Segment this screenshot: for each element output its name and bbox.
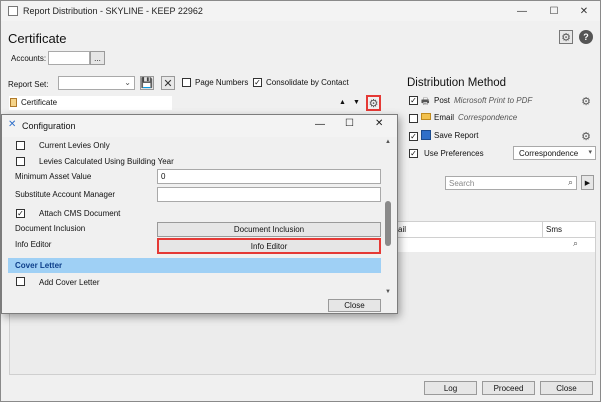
certificate-label: Certificate bbox=[21, 98, 58, 107]
minimize-button[interactable]: — bbox=[506, 1, 538, 21]
use-preferences-label: Use Preferences bbox=[424, 149, 484, 158]
page-numbers-checkbox[interactable] bbox=[182, 78, 191, 87]
search-icon: ⌕ bbox=[567, 177, 573, 187]
accounts-input[interactable] bbox=[48, 51, 90, 65]
post-detail: Microsoft Print to PDF bbox=[454, 96, 533, 105]
attach-cms-checkbox[interactable]: ✓ bbox=[16, 209, 25, 218]
attach-cms-label: Attach CMS Document bbox=[39, 209, 121, 218]
use-preferences-checkbox[interactable]: ✓ bbox=[409, 149, 418, 158]
config-close-bottom-button[interactable]: Close bbox=[328, 299, 381, 312]
page-title: Certificate bbox=[8, 31, 67, 46]
grid-col-email[interactable]: ail bbox=[398, 225, 406, 234]
grid-col-sms[interactable]: Sms bbox=[546, 225, 562, 234]
tools-icon: ✕ bbox=[8, 119, 17, 130]
preferences-select-value: Correspondence bbox=[519, 149, 579, 158]
chevron-down-icon: ▾ bbox=[588, 149, 592, 156]
post-checkbox[interactable]: ✓ bbox=[409, 96, 418, 105]
document-inclusion-button[interactable]: Document Inclusion bbox=[157, 222, 381, 237]
help-icon[interactable]: ? bbox=[579, 30, 593, 44]
app-icon bbox=[8, 6, 18, 16]
report-set-select[interactable]: ⌄ bbox=[58, 76, 135, 90]
envelope-icon bbox=[421, 113, 431, 120]
config-minimize-button[interactable]: — bbox=[315, 119, 325, 130]
sub-manager-label: Substitute Account Manager bbox=[15, 190, 116, 199]
log-button[interactable]: Log bbox=[424, 381, 477, 395]
distribution-title: Distribution Method bbox=[407, 77, 507, 89]
min-asset-input[interactable]: 0 bbox=[157, 169, 381, 184]
email-checkbox[interactable] bbox=[409, 114, 418, 123]
post-settings-gear-icon[interactable]: ⚙ bbox=[579, 94, 593, 108]
consolidate-label: Consolidate by Contact bbox=[266, 78, 349, 87]
scroll-down-icon[interactable]: ▼ bbox=[385, 289, 391, 295]
cover-letter-section-header: Cover Letter bbox=[8, 258, 381, 273]
search-input[interactable]: Search ⌕ bbox=[445, 176, 577, 190]
save-icon[interactable]: 💾 bbox=[140, 76, 154, 90]
maximize-button[interactable]: ☐ bbox=[538, 1, 570, 21]
save-report-icon bbox=[421, 130, 431, 140]
current-levies-label: Current Levies Only bbox=[39, 141, 110, 150]
report-set-label: Report Set: bbox=[8, 80, 49, 89]
config-title-bar: ✕ Configuration — ☐ ✕ bbox=[2, 115, 397, 137]
config-maximize-button[interactable]: ☐ bbox=[345, 118, 354, 129]
add-cover-letter-checkbox[interactable] bbox=[16, 277, 25, 286]
printer-icon: 🖶 bbox=[421, 96, 430, 106]
cover-letter-header-label: Cover Letter bbox=[15, 261, 63, 270]
expand-arrow-button[interactable]: ▶ bbox=[581, 175, 594, 190]
scroll-up-icon[interactable]: ▲ bbox=[385, 139, 391, 145]
min-asset-value: 0 bbox=[161, 172, 166, 181]
config-scrollbar[interactable]: ▲ ▼ bbox=[383, 139, 393, 297]
add-cover-letter-label: Add Cover Letter bbox=[39, 278, 100, 287]
save-settings-gear-icon[interactable]: ⚙ bbox=[579, 129, 593, 143]
title-bar: Report Distribution - SKYLINE - KEEP 229… bbox=[1, 1, 600, 21]
close-button[interactable]: Close bbox=[540, 381, 593, 395]
accounts-browse-button[interactable]: ... bbox=[90, 51, 105, 65]
move-down-icon[interactable]: ▼ bbox=[353, 99, 360, 106]
window-title: Report Distribution - SKYLINE - KEEP 229… bbox=[23, 6, 203, 16]
chevron-down-icon: ⌄ bbox=[124, 78, 131, 87]
sub-manager-input[interactable] bbox=[157, 187, 381, 202]
levies-calc-label: Levies Calculated Using Building Year bbox=[39, 157, 174, 166]
scroll-thumb[interactable] bbox=[385, 201, 391, 246]
config-close-button[interactable]: ✕ bbox=[375, 118, 383, 129]
proceed-button[interactable]: Proceed bbox=[482, 381, 535, 395]
grid-col-divider bbox=[542, 222, 543, 238]
certificate-row[interactable]: Certificate bbox=[9, 96, 172, 110]
search-placeholder: Search bbox=[449, 179, 475, 188]
filter-search-icon[interactable]: ⌕ bbox=[573, 238, 578, 249]
info-editor-button[interactable]: Info Editor bbox=[157, 238, 381, 254]
move-up-icon[interactable]: ▲ bbox=[339, 99, 346, 106]
certificate-icon bbox=[10, 98, 17, 107]
close-window-button[interactable]: ✕ bbox=[568, 1, 600, 21]
levies-calc-checkbox[interactable] bbox=[16, 157, 25, 166]
min-asset-label: Minimum Asset Value bbox=[15, 172, 92, 181]
email-label: Email bbox=[434, 113, 455, 122]
current-levies-checkbox[interactable] bbox=[16, 141, 25, 150]
configuration-dialog: ✕ Configuration — ☐ ✕ Current Levies Onl… bbox=[1, 114, 398, 314]
config-title: Configuration bbox=[22, 121, 76, 131]
config-gear-icon[interactable]: ⚙ bbox=[366, 95, 381, 111]
config-content: Current Levies Only Levies Calculated Us… bbox=[8, 137, 381, 297]
clear-x-icon[interactable]: ✕ bbox=[161, 76, 175, 90]
doc-inclusion-label: Document Inclusion bbox=[15, 224, 86, 233]
save-report-checkbox[interactable]: ✓ bbox=[409, 132, 418, 141]
email-detail: Correspondence bbox=[458, 113, 518, 122]
save-report-label: Save Report bbox=[434, 131, 479, 140]
info-editor-label: Info Editor bbox=[15, 240, 52, 249]
page-numbers-label: Page Numbers bbox=[195, 78, 249, 87]
preferences-select[interactable]: Correspondence ▾ bbox=[513, 146, 596, 160]
post-label: Post bbox=[434, 96, 451, 105]
accounts-label: Accounts: bbox=[11, 54, 47, 63]
consolidate-checkbox[interactable]: ✓ bbox=[253, 78, 262, 87]
settings-gear-icon[interactable]: ⚙ bbox=[559, 30, 573, 44]
